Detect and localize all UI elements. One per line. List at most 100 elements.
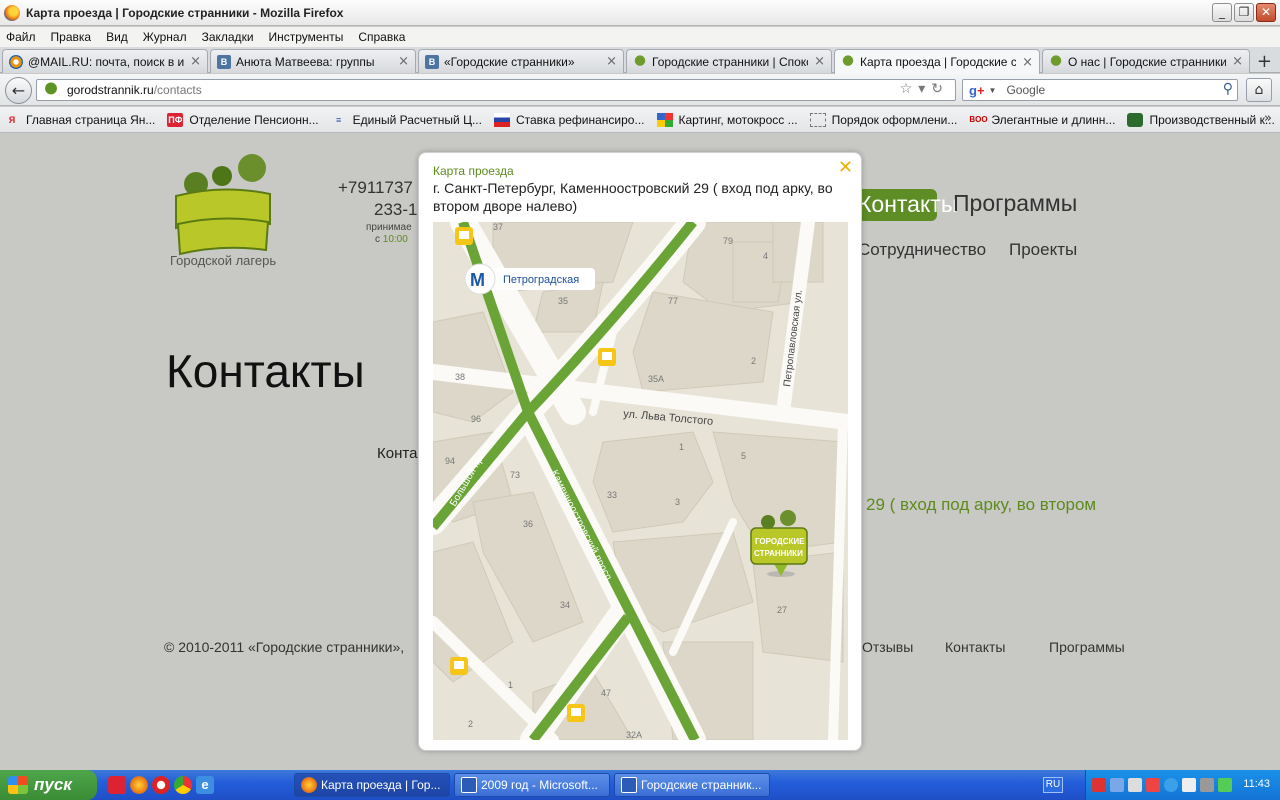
phone-number: +7911737: [338, 178, 413, 197]
nav-projects[interactable]: Проекты: [1009, 240, 1077, 260]
opera-icon[interactable]: [152, 776, 170, 794]
svg-text:33: 33: [607, 490, 617, 500]
footer-link-contacts[interactable]: Контакты: [945, 639, 1005, 655]
url-bar[interactable]: gorodstrannik.ru/contacts ☆▾↻: [36, 79, 956, 101]
menu-help[interactable]: Справка: [358, 30, 405, 44]
menu-bookmarks[interactable]: Закладки: [202, 30, 254, 44]
restore-button[interactable]: ❐: [1234, 3, 1254, 22]
svg-text:3: 3: [675, 497, 680, 507]
device-icon[interactable]: [1200, 778, 1214, 792]
tab-contacts[interactable]: Карта проезда | Городские стр... ×: [834, 49, 1040, 74]
footer-link-programs[interactable]: Программы: [1049, 639, 1125, 655]
google-icon: g+: [969, 82, 985, 98]
map-view[interactable]: ул. Льва Толстого Каменноостровский прос…: [433, 222, 848, 740]
taskbar-firefox[interactable]: Карта проезда | Гор...: [294, 773, 450, 797]
address-link[interactable]: 29 ( вход под арку, во втором: [866, 495, 1096, 515]
svg-text:2: 2: [468, 719, 473, 729]
home-button[interactable]: ⌂: [1246, 78, 1272, 102]
svg-text:2: 2: [751, 356, 756, 366]
back-button[interactable]: ←: [5, 77, 32, 104]
close-tab-icon[interactable]: ×: [814, 54, 825, 69]
svg-text:96: 96: [471, 414, 481, 424]
tab-strannik-home[interactable]: Городские странники | Спокой... ×: [626, 49, 832, 73]
close-window-button[interactable]: ✕: [1256, 3, 1276, 22]
minimize-button[interactable]: _: [1212, 3, 1232, 22]
map-canvas[interactable]: ул. Льва Толстого Каменноостровский прос…: [433, 222, 848, 740]
system-tray: 11:43: [1085, 770, 1280, 800]
close-tab-icon[interactable]: ×: [1232, 54, 1243, 69]
antivirus-icon[interactable]: [1092, 778, 1106, 792]
quicklaunch-app-icon[interactable]: [108, 776, 126, 794]
site-icon: [1049, 54, 1063, 69]
flag-icon: [493, 112, 510, 127]
pension-fund-icon: ПФ: [167, 112, 184, 127]
bookmark-elegant[interactable]: BOO Элегантные и длинн...: [969, 113, 1115, 127]
nav-cooperation[interactable]: Сотрудничество: [858, 240, 986, 260]
bookmark-label: Отделение Пенсионн...: [189, 112, 319, 127]
menu-tools[interactable]: Инструменты: [269, 30, 344, 44]
close-tab-icon[interactable]: ×: [190, 54, 201, 69]
bookmark-karting[interactable]: Картинг, мотокросс ...: [656, 112, 798, 127]
new-tab-icon[interactable]: +: [1257, 51, 1272, 72]
more-bookmarks-icon[interactable]: »: [1264, 111, 1272, 126]
svg-text:1: 1: [679, 442, 684, 452]
menu-view[interactable]: Вид: [106, 30, 128, 44]
close-modal-button[interactable]: ✕: [838, 157, 853, 178]
svg-text:37: 37: [493, 222, 503, 232]
network-icon[interactable]: [1110, 778, 1124, 792]
menu-file[interactable]: Файл: [6, 30, 36, 44]
chrome-icon[interactable]: [174, 776, 192, 794]
tab-vk-groups[interactable]: В Анюта Матвеева: группы ×: [210, 49, 416, 73]
star-icon[interactable]: ☆: [900, 81, 919, 97]
url-domain: gorodstrannik.ru: [67, 83, 154, 97]
navigation-bar: ← gorodstrannik.ru/contacts ☆▾↻ g+ ▼ Goo…: [0, 74, 1280, 106]
dropdown-icon[interactable]: ▾: [918, 81, 931, 97]
bookmark-order[interactable]: Порядок оформлени...: [809, 112, 957, 127]
word-icon: [461, 777, 477, 793]
page-title: Контакты: [166, 345, 365, 397]
menu-edit[interactable]: Правка: [51, 30, 92, 44]
display-icon[interactable]: [1182, 778, 1196, 792]
start-button[interactable]: пуск: [0, 770, 97, 800]
bookmark-yandex[interactable]: Я Главная страница Ян...: [4, 113, 156, 127]
update-icon[interactable]: [1218, 778, 1232, 792]
language-indicator[interactable]: RU: [1043, 777, 1063, 793]
close-tab-icon[interactable]: ×: [606, 54, 617, 69]
taskbar-word-strannik[interactable]: Городские странник...: [614, 773, 770, 797]
reload-icon[interactable]: ↻: [931, 81, 949, 97]
tab-about[interactable]: О нас | Городские странники ×: [1042, 49, 1250, 73]
close-tab-icon[interactable]: ×: [1022, 55, 1033, 70]
volume-icon[interactable]: [1128, 778, 1142, 792]
taskbar-word-2009[interactable]: 2009 год - Microsoft...: [454, 773, 610, 797]
search-bar[interactable]: g+ ▼ Google ⚲: [962, 79, 1238, 101]
tab-mailru[interactable]: @MAIL.RU: почта, поиск в инт... ×: [2, 49, 208, 73]
yandex-icon: Я: [8, 114, 16, 125]
nav-programs[interactable]: Программы: [953, 190, 1077, 217]
svg-text:4: 4: [763, 251, 768, 261]
word-icon: [621, 777, 637, 793]
skype-icon[interactable]: [1164, 778, 1178, 792]
tab-label: Карта проезда | Городские стр...: [860, 55, 1016, 69]
alert-icon[interactable]: [1146, 778, 1160, 792]
bookmark-rate[interactable]: Ставка рефинансиро...: [493, 112, 645, 127]
vk-icon: В: [425, 54, 439, 69]
firefox-icon: [301, 777, 317, 793]
search-engine-dropdown-icon[interactable]: ▼: [989, 86, 997, 95]
window-titlebar: Карта проезда | Городские странники - Mo…: [0, 0, 1280, 26]
firefox-icon[interactable]: [130, 776, 148, 794]
bookmark-erc[interactable]: ≡ Единый Расчетный Ц...: [331, 113, 482, 127]
erc-icon: ≡: [336, 114, 342, 125]
bookmark-pension[interactable]: ПФ Отделение Пенсионн...: [167, 112, 319, 127]
metro-label: Петроградская: [503, 274, 579, 286]
search-icon[interactable]: ⚲: [1223, 81, 1233, 97]
svg-text:73: 73: [510, 470, 520, 480]
close-tab-icon[interactable]: ×: [398, 54, 409, 69]
tab-vk-strannik[interactable]: В «Городские странники» ×: [418, 49, 624, 73]
menu-history[interactable]: Журнал: [143, 30, 187, 44]
tab-label: Анюта Матвеева: группы: [236, 54, 375, 69]
ie-icon[interactable]: e: [196, 776, 214, 794]
map-modal: Карта проезда г. Санкт-Петербург, Каменн…: [418, 152, 862, 751]
tab-label: О нас | Городские странники: [1068, 54, 1227, 69]
bookmark-production[interactable]: Производственный к...: [1127, 112, 1275, 127]
footer-link-reviews[interactable]: Отзывы: [862, 639, 913, 655]
